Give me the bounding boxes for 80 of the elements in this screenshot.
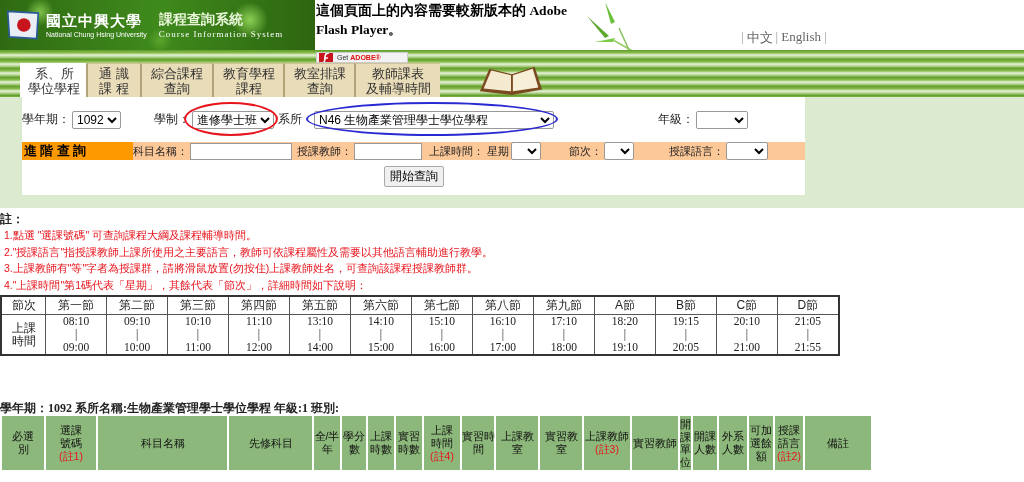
notes-title: 註： xyxy=(0,211,25,227)
note-text: 1.點選 "選課號碼" 可查詢課程大綱及課程輔導時間。 xyxy=(3,228,259,243)
table-cell: 第三節 xyxy=(167,296,229,315)
column-label: 上課 時間 xyxy=(431,423,453,449)
field-label: 學制： xyxy=(154,112,190,127)
dropdown[interactable] xyxy=(604,142,634,160)
table-cell: 第六節 xyxy=(350,296,412,315)
column-label: 開 課 單 位 xyxy=(680,418,691,468)
column-label: 科目名稱 xyxy=(140,436,185,449)
dropdown[interactable]: 1092 xyxy=(72,110,121,129)
tab[interactable]: 教室排課 查詢 xyxy=(283,63,354,97)
dropdown[interactable] xyxy=(696,110,748,129)
note-mark: (註2) xyxy=(777,449,801,462)
tab[interactable]: 系、所 學位學程 xyxy=(20,63,86,97)
text-field[interactable] xyxy=(354,142,422,160)
note-text: 2."授課語言"指授課教師上課所使用之主要語言，教師可依課程屬性及需要以其他語言輔助進行教學。 xyxy=(3,244,495,260)
separator: | xyxy=(823,29,827,46)
field-label: 上課時間： 星期 xyxy=(428,143,510,159)
system-title: 課程查詢系統 xyxy=(158,11,244,29)
separator: | xyxy=(775,29,779,46)
language-link[interactable]: English xyxy=(781,29,821,47)
note-mark: (註3) xyxy=(595,443,619,455)
text-field[interactable] xyxy=(190,142,292,160)
column-label: 備註 xyxy=(827,436,849,449)
language-link[interactable]: 中文 xyxy=(746,29,773,47)
table-cell: 第二節 xyxy=(106,296,168,315)
table-cell: A節 xyxy=(594,296,656,315)
note-mark: (註4) xyxy=(430,449,454,462)
dropdown[interactable]: 進修學士班 xyxy=(192,110,274,129)
note-text: 3.上課教師有"等"字者為授課群，請將滑鼠放置(勿按住)上課教師姓名，可查詢該課程授課教師群。 xyxy=(3,261,480,276)
column-label: 上課 時數 xyxy=(370,430,392,455)
column-label: 上課教師 xyxy=(585,430,629,442)
column-label: 必選 別 xyxy=(12,430,34,455)
column-label: 可加 選餘 額 xyxy=(750,423,772,462)
dropdown[interactable]: N46 生物產業管理學士學位學程 xyxy=(314,110,554,129)
tab[interactable]: 綜合課程 查詢 xyxy=(140,63,212,97)
system-subtitle: Course Information System xyxy=(158,29,284,39)
logo-icon xyxy=(6,9,40,41)
dropdown[interactable] xyxy=(511,142,542,160)
field-label: 節次： xyxy=(569,143,602,159)
column-label: 實習 時數 xyxy=(398,430,420,455)
field-label: 年級： xyxy=(658,112,694,127)
table-cell: 節次 xyxy=(1,296,46,315)
result-heading: 學年期：1092 系所名稱:生物產業管理學士學位學程 年級:1 班別: xyxy=(0,401,340,415)
advanced-search-label: 進 階 查 詢 xyxy=(22,142,133,160)
field-label: 科目名稱： xyxy=(133,143,188,159)
table-cell: 第八節 xyxy=(472,296,534,315)
field-label: 授課教師： xyxy=(297,143,352,159)
note-mark: (註1) xyxy=(59,449,83,462)
column-label: 授課 語言 xyxy=(778,423,800,449)
column-label: 實習教 室 xyxy=(544,430,578,455)
table-cell: 第四節 xyxy=(228,296,290,315)
search-button[interactable]: 開始查詢 xyxy=(383,166,444,187)
school-name: 國立中興大學 xyxy=(46,12,143,31)
column-label: 上課教 室 xyxy=(500,430,534,455)
dropdown[interactable] xyxy=(726,142,768,160)
table-cell: 第五節 xyxy=(289,296,351,315)
table-cell: 第七節 xyxy=(411,296,473,315)
tab[interactable]: 通 識 課 程 xyxy=(86,63,140,97)
table-cell: B節 xyxy=(655,296,717,315)
table-cell: C節 xyxy=(716,296,778,315)
tab[interactable]: 教師課表 及輔導時間 xyxy=(354,63,440,97)
column-label: 外系 人數 xyxy=(722,430,744,455)
column-label: 學分 數 xyxy=(343,430,365,455)
note-text: 4."上課時間"第1碼代表「星期」，其餘代表「節次」，詳細時間如下說明： xyxy=(3,277,369,293)
separator: | xyxy=(741,29,744,46)
field-label: 系所 xyxy=(278,112,302,127)
column-label: 實習時 間 xyxy=(462,430,495,455)
column-label: 先修科目 xyxy=(248,436,293,449)
column-label: 選課 號碼 xyxy=(60,423,82,449)
column-label: 全/半 年 xyxy=(314,430,340,455)
table-cell: D節 xyxy=(777,296,839,315)
tab[interactable]: 教育學程 課程 xyxy=(212,63,283,97)
table-cell: 第九節 xyxy=(533,296,595,315)
column-label: 開課 人數 xyxy=(694,430,716,455)
flash-notice: 這個頁面上的內容需要較新版本的 Adobe Flash Player。 xyxy=(316,2,568,39)
field-label: 學年期： xyxy=(22,112,70,127)
column-label: 實習教師 xyxy=(633,436,677,449)
field-label: 授課語言： xyxy=(669,143,724,159)
table-cell: 第一節 xyxy=(45,296,107,315)
